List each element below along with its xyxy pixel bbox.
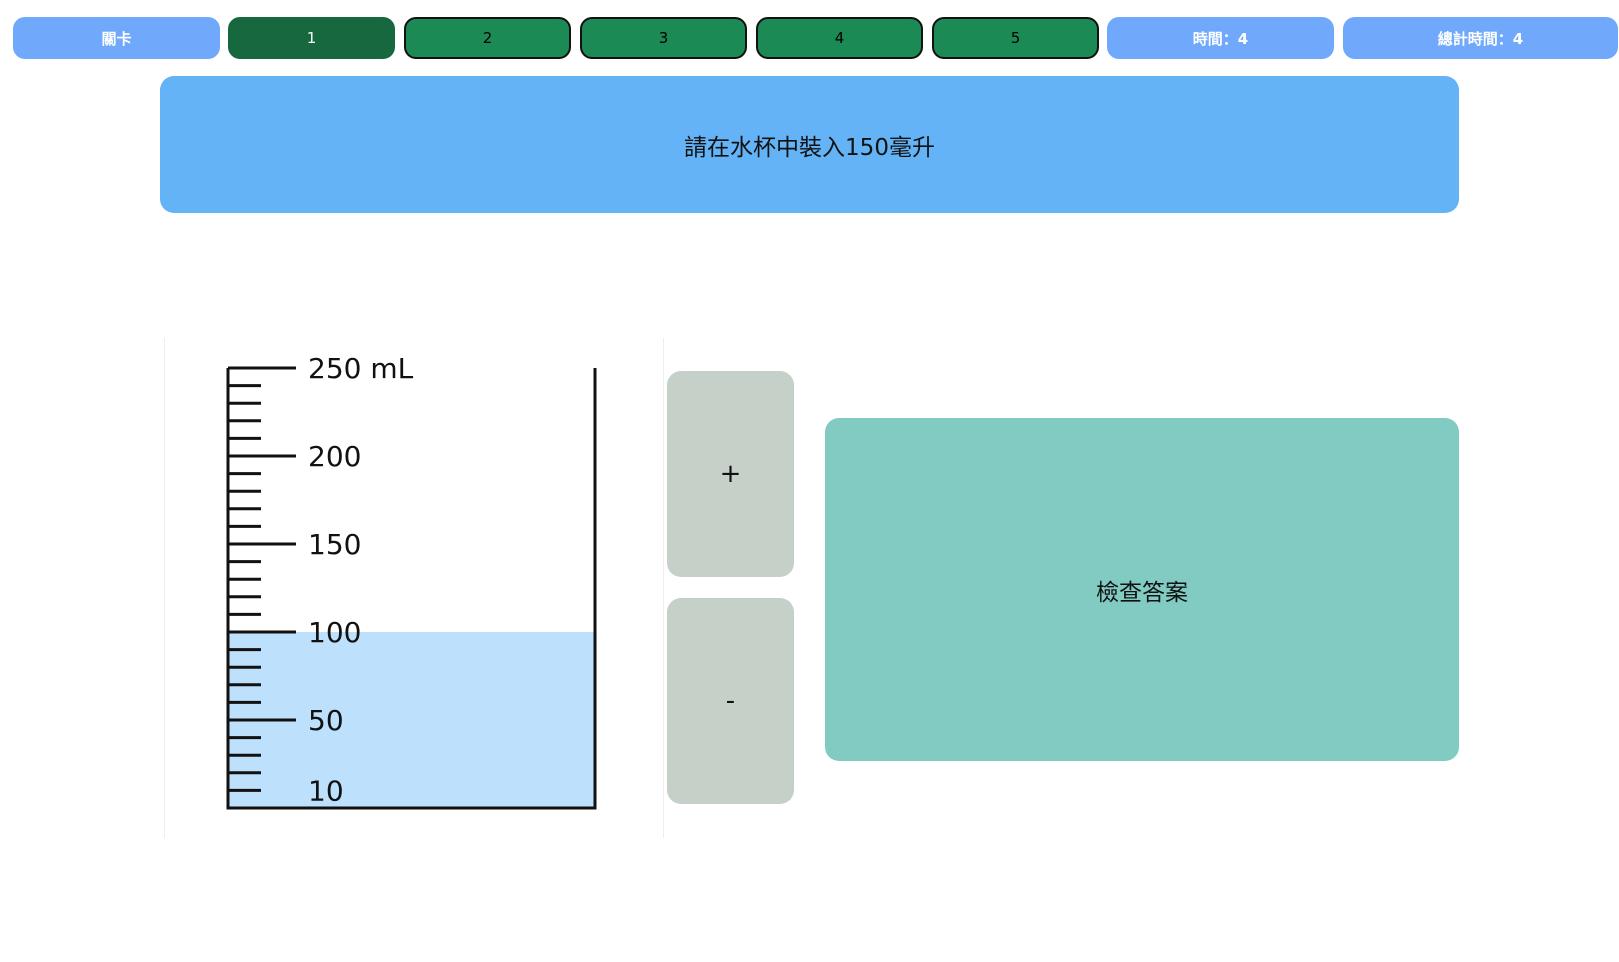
beaker-graphic: 250 mL 200 150 100 50 10: [226, 352, 597, 810]
timer-display: 時間：4: [1107, 17, 1334, 59]
level-button-4-label: 4: [834, 29, 845, 47]
level-button-1-label: 1: [306, 29, 317, 47]
level-button-2-label: 2: [482, 29, 493, 47]
scale-label: 100: [308, 616, 361, 649]
level-label-text: 關卡: [101, 29, 132, 48]
instruction-text: 請在水杯中裝入150毫升: [684, 134, 935, 161]
scale-label: 150: [308, 528, 361, 561]
increase-button-label: +: [719, 459, 742, 489]
level-button-3[interactable]: 3: [580, 17, 747, 59]
total-timer-text: 總計時間：4: [1437, 29, 1524, 48]
increase-button[interactable]: +: [667, 371, 794, 577]
decrease-button-label: -: [725, 686, 736, 716]
level-button-4[interactable]: 4: [756, 17, 923, 59]
check-answer-button[interactable]: 檢查答案: [825, 418, 1459, 761]
level-button-3-label: 3: [658, 29, 669, 47]
level-label: 關卡: [13, 17, 220, 59]
beaker-panel: 250 mL 200 150 100 50 10: [164, 338, 664, 838]
level-button-1[interactable]: 1: [228, 17, 395, 59]
scale-label: 50: [308, 704, 344, 737]
scale-label: 250 mL: [308, 352, 414, 385]
level-button-5[interactable]: 5: [932, 17, 1099, 59]
scale-label: 10: [308, 774, 344, 807]
level-button-5-label: 5: [1010, 29, 1021, 47]
scale-label: 200: [308, 440, 361, 473]
check-answer-label: 檢查答案: [1096, 579, 1188, 606]
timer-text: 時間：4: [1192, 29, 1249, 48]
instruction-banner: 請在水杯中裝入150毫升: [160, 76, 1459, 213]
level-button-2[interactable]: 2: [404, 17, 571, 59]
total-timer-display: 總計時間：4: [1343, 17, 1618, 59]
decrease-button[interactable]: -: [667, 598, 794, 804]
